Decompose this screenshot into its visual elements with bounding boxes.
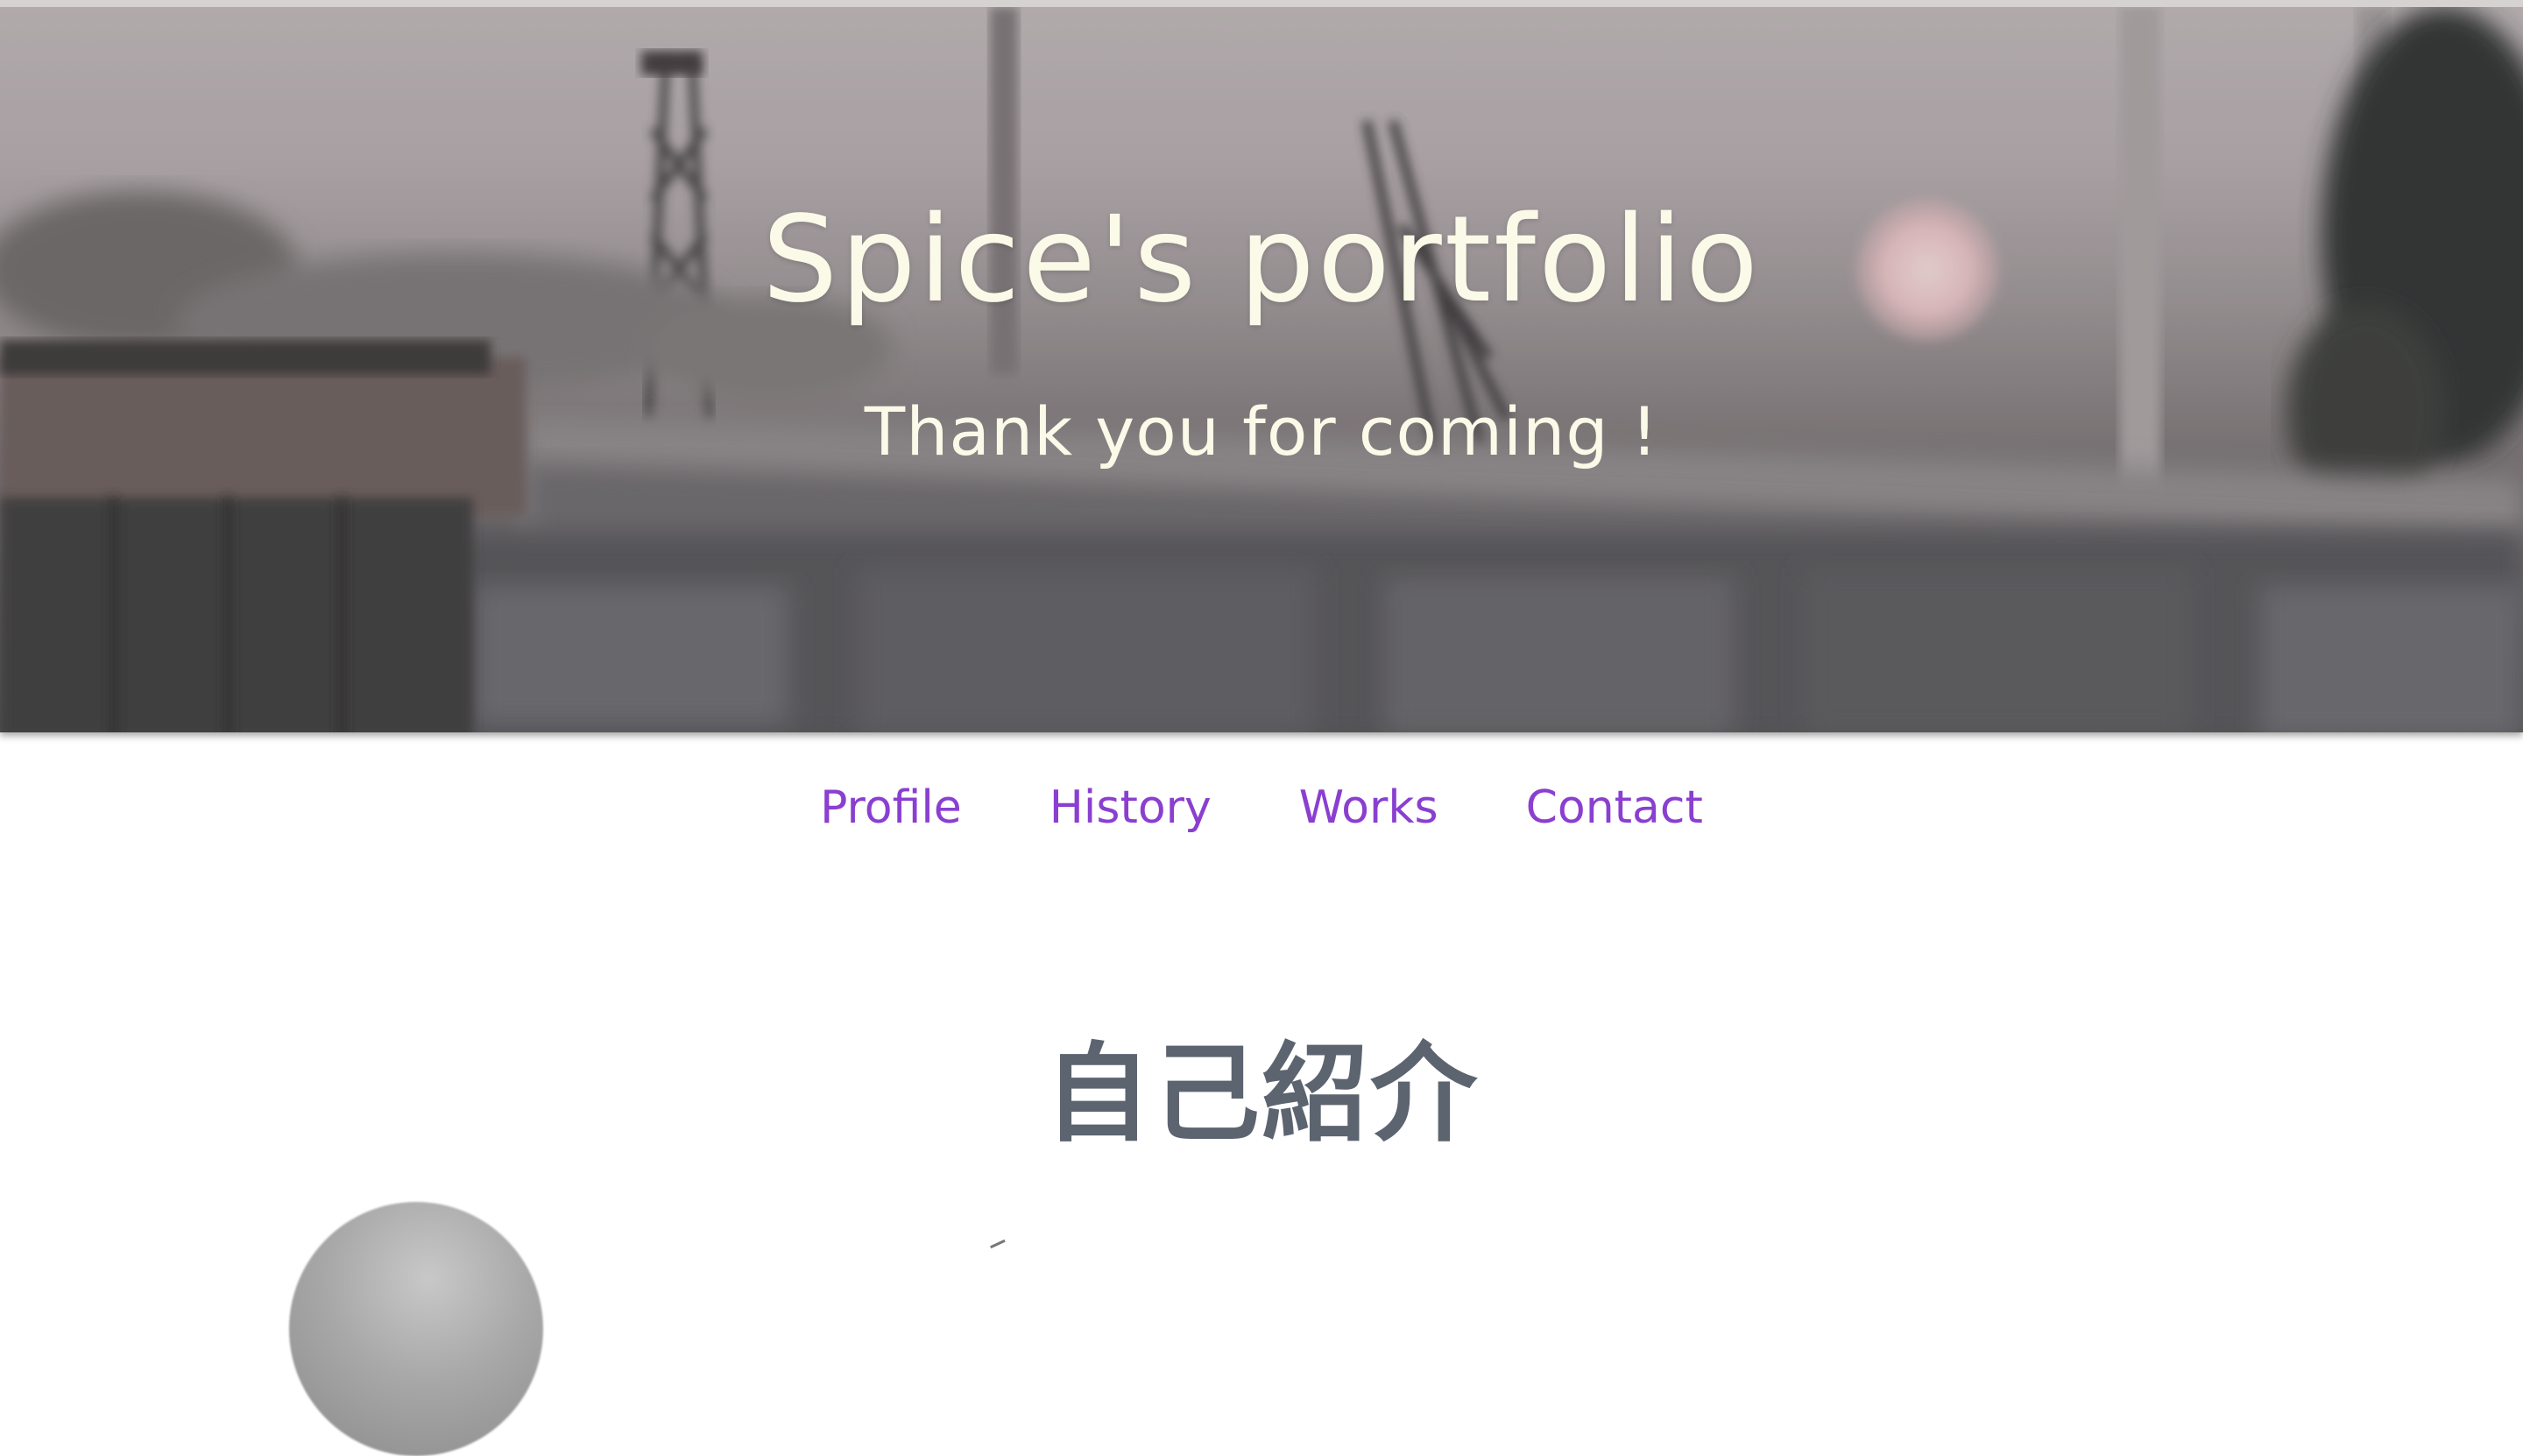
site-subtitle: Thank you for coming ! [864,392,1659,470]
profile-text-fragment [990,1239,1009,1257]
hero-banner: Spice's portfolio Thank you for coming ! [0,0,2523,732]
main-nav: Profile History Works Contact [0,781,2523,834]
nav-link-profile[interactable]: Profile [820,781,962,834]
nav-link-history[interactable]: History [1049,781,1212,834]
nav-link-works[interactable]: Works [1299,781,1438,834]
hero-background-image [0,7,2523,732]
site-title: Spice's portfolio [762,191,1761,329]
section-title-profile: 自己紹介 [1044,1032,1479,1156]
profile-photo [289,1202,543,1456]
nav-link-contact[interactable]: Contact [1526,781,1703,834]
